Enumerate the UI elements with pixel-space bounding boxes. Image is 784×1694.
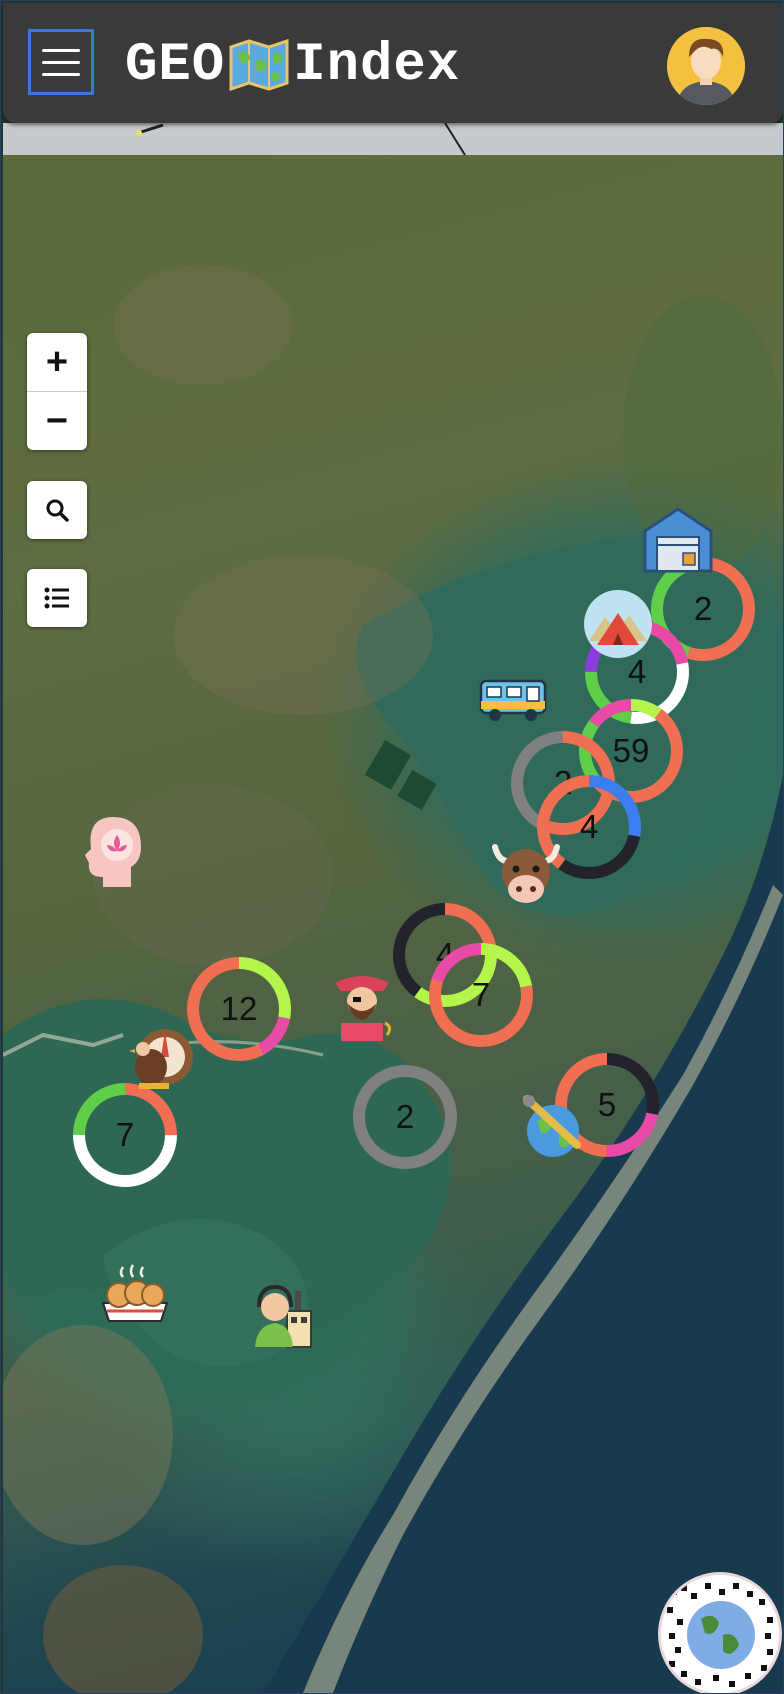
list-icon: [44, 587, 69, 609]
zoom-out-button[interactable]: −: [27, 392, 87, 450]
air-traffic-controller-icon[interactable]: [251, 1281, 321, 1354]
map-canvas[interactable]: + − 2 4 59 2 4 4 7 12 2 5 7: [3, 155, 783, 1693]
logo-text-right: Index: [293, 34, 461, 96]
turkey-icon[interactable]: [125, 1023, 193, 1098]
world-map-icon: [229, 39, 289, 91]
cookies-icon[interactable]: [99, 1263, 171, 1330]
app-header: GEO Index: [3, 3, 783, 123]
cluster-count: 12: [220, 990, 258, 1027]
hamburger-menu-icon: [42, 48, 80, 52]
menu-button[interactable]: [28, 29, 94, 95]
cluster-marker[interactable]: 2: [351, 1063, 459, 1171]
mindfulness-head-icon[interactable]: [81, 815, 145, 894]
bull-head-icon[interactable]: [489, 839, 563, 914]
zoom-in-button[interactable]: +: [27, 333, 87, 392]
camper-van-icon[interactable]: [477, 675, 549, 730]
logo-text-left: GEO: [125, 34, 226, 96]
pirate-icon[interactable]: [329, 967, 395, 1048]
globe-icon[interactable]: [519, 1093, 585, 1164]
user-avatar-icon: [667, 27, 745, 105]
cluster-marker[interactable]: 7: [427, 941, 535, 1049]
camping-tent-icon[interactable]: [583, 589, 653, 664]
search-button[interactable]: [27, 481, 87, 539]
cluster-count: 2: [395, 1098, 415, 1135]
cluster-marker[interactable]: 12: [185, 955, 293, 1063]
warehouse-icon[interactable]: [641, 505, 715, 580]
zoom-control: + −: [27, 333, 87, 450]
app-frame: GEO Index + − 2 4 59 2 4 4 7 12 2 5 7: [0, 0, 784, 1694]
user-avatar-button[interactable]: [667, 27, 745, 105]
qr-code-globe-badge[interactable]: [661, 1575, 779, 1693]
cluster-count: 7: [471, 976, 491, 1013]
search-icon: [46, 499, 69, 522]
map-top-strip: [3, 123, 783, 155]
app-logo[interactable]: GEO Index: [125, 33, 460, 97]
list-button[interactable]: [27, 569, 87, 627]
